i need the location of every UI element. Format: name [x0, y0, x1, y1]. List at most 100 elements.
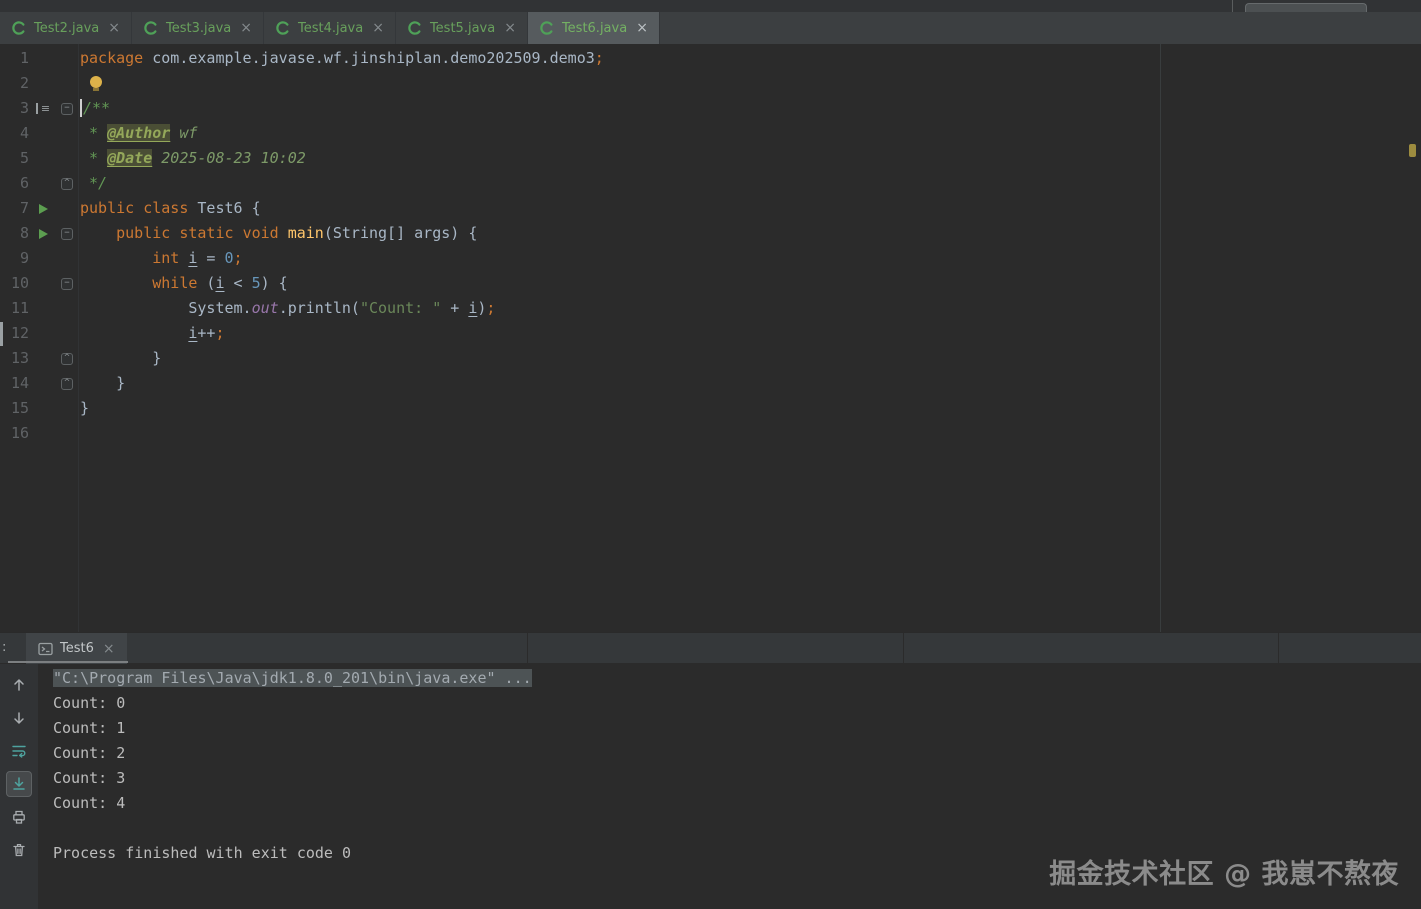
code-line[interactable]: 10 − while (i < 5) {	[0, 271, 1421, 296]
code-line[interactable]: 16	[0, 421, 1421, 446]
line-number: 9	[19, 249, 29, 267]
fold-start-icon[interactable]: −	[61, 277, 73, 290]
scroll-to-end-button[interactable]	[6, 771, 32, 797]
code-line[interactable]: 6 ^ */	[0, 171, 1421, 196]
tab-label: Test6.java	[561, 20, 628, 36]
code-text: }	[80, 349, 162, 367]
run-tab-close-icon[interactable]: ×	[103, 642, 115, 656]
console-line: Count: 3	[53, 769, 126, 787]
tab-close-icon[interactable]: ×	[372, 21, 384, 35]
java-class-icon	[143, 20, 159, 36]
editor-tab-bar: Test2.java × Test3.java × Test4.java × Test5.j…	[0, 12, 1421, 44]
tab-close-icon[interactable]: ×	[504, 21, 516, 35]
code-text: * @Author wf	[80, 124, 198, 142]
editor-tab-test6-java[interactable]: Test6.java ×	[527, 12, 660, 44]
line-number: 13	[10, 349, 29, 367]
intention-bulb-icon[interactable]	[90, 76, 102, 91]
editor-tab-test3-java[interactable]: Test3.java ×	[132, 12, 264, 44]
print-button[interactable]	[6, 804, 32, 830]
header-separator	[1278, 633, 1279, 664]
code-line[interactable]: 1 package com.example.javase.wf.jinshipla…	[0, 46, 1421, 71]
clear-all-button[interactable]	[6, 837, 32, 863]
console-line: Count: 4	[53, 794, 126, 812]
fold-column: ^	[56, 346, 78, 371]
fold-column: −	[56, 221, 78, 246]
code-line[interactable]: 14 ^ }	[0, 371, 1421, 396]
run-toolwindow-body: "C:\Program Files\Java\jdk1.8.0_201\bin\…	[0, 664, 1421, 909]
comment-gutter-icon[interactable]: ≡	[35, 103, 50, 114]
code-text: package com.example.javase.wf.jinshiplan…	[80, 49, 604, 67]
code-text: */	[80, 174, 108, 192]
fold-end-icon[interactable]: ^	[61, 352, 73, 365]
down-the-stack-trace-button[interactable]	[6, 705, 32, 731]
fold-column	[56, 121, 78, 146]
console-output[interactable]: "C:\Program Files\Java\jdk1.8.0_201\bin\…	[40, 664, 1421, 866]
code-line[interactable]: 13 ^ }	[0, 346, 1421, 371]
gutter-icons	[30, 221, 56, 246]
line-number: 8	[19, 224, 29, 242]
editor-tab-test4-java[interactable]: Test4.java ×	[264, 12, 396, 44]
fold-start-icon[interactable]: −	[61, 102, 73, 115]
gutter-icons	[30, 196, 56, 221]
editor-tab-test2-java[interactable]: Test2.java ×	[0, 12, 132, 44]
up-the-stack-trace-button[interactable]	[6, 672, 32, 698]
code-line[interactable]: 15}	[0, 396, 1421, 421]
run-tab-test6[interactable]: Test6 ×	[26, 633, 127, 664]
line-number: 12	[10, 324, 29, 342]
run-gutter-icon[interactable]	[38, 203, 48, 214]
tab-label: Test5.java	[429, 20, 496, 36]
titlebar-separator	[1232, 0, 1233, 12]
console-line: Count: 1	[53, 719, 126, 737]
code-line[interactable]: 7 public class Test6 {	[0, 196, 1421, 221]
gutter-icons	[30, 421, 56, 446]
gutter-icons	[30, 346, 56, 371]
fold-end-icon[interactable]: ^	[61, 177, 73, 190]
run-gutter-icon[interactable]	[38, 228, 48, 239]
code-line[interactable]: 8 − public static void main(String[] args…	[0, 221, 1421, 246]
code-line[interactable]: 2	[0, 71, 1421, 96]
gutter-icons	[30, 296, 56, 321]
console-icon	[38, 642, 53, 656]
fold-column	[56, 71, 78, 96]
code-line[interactable]: 12 i++;	[0, 321, 1421, 346]
line-number: 7	[19, 199, 29, 217]
java-class-icon	[11, 20, 27, 36]
tab-label: Test4.java	[297, 20, 364, 36]
tab-label: Test2.java	[34, 20, 100, 36]
tab-close-icon[interactable]: ×	[636, 21, 648, 35]
code-lines: 1 package com.example.javase.wf.jinshipla…	[0, 44, 1421, 446]
code-line[interactable]: 9 int i = 0;	[0, 246, 1421, 271]
fold-start-icon[interactable]: −	[61, 227, 73, 240]
console-toolbar	[0, 664, 38, 909]
fold-column	[56, 146, 78, 171]
tab-close-icon[interactable]: ×	[108, 21, 120, 35]
soft-wrap-button[interactable]	[6, 738, 32, 764]
header-separator	[527, 633, 528, 664]
gutter-icons	[30, 121, 56, 146]
editor-tab-test5-java[interactable]: Test5.java ×	[396, 12, 528, 44]
gutter-icons	[30, 271, 56, 296]
code-line[interactable]: 11 System.out.println("Count: " + i);	[0, 296, 1421, 321]
code-line[interactable]: 5 * @Date 2025-08-23 10:02	[0, 146, 1421, 171]
tab-close-icon[interactable]: ×	[240, 21, 252, 35]
code-text: while (i < 5) {	[152, 274, 288, 292]
code-line[interactable]: 3 ≡ −/**	[0, 96, 1421, 121]
code-text: public static void main(String[] args) {	[116, 224, 478, 242]
java-class-icon	[407, 20, 423, 36]
code-line[interactable]: 4 * @Author wf	[0, 121, 1421, 146]
code-text: System.out.println("Count: " + i);	[80, 299, 496, 317]
gutter-icons: ≡	[30, 96, 56, 121]
run-toolwindow-header: : Test6 ×	[0, 632, 1421, 664]
gutter-icons	[30, 146, 56, 171]
left-edge-marker	[0, 322, 3, 346]
java-class-icon	[539, 20, 555, 36]
run-tab-active-underline	[8, 661, 128, 663]
console-command-line: "C:\Program Files\Java\jdk1.8.0_201\bin\…	[53, 669, 532, 687]
code-editor[interactable]: 1 package com.example.javase.wf.jinshipla…	[0, 44, 1421, 632]
gutter-icons	[30, 46, 56, 71]
gutter-icons	[30, 246, 56, 271]
fold-column	[56, 46, 78, 71]
fold-end-icon[interactable]: ^	[61, 377, 73, 390]
titlebar-partial-control[interactable]	[1245, 3, 1367, 12]
